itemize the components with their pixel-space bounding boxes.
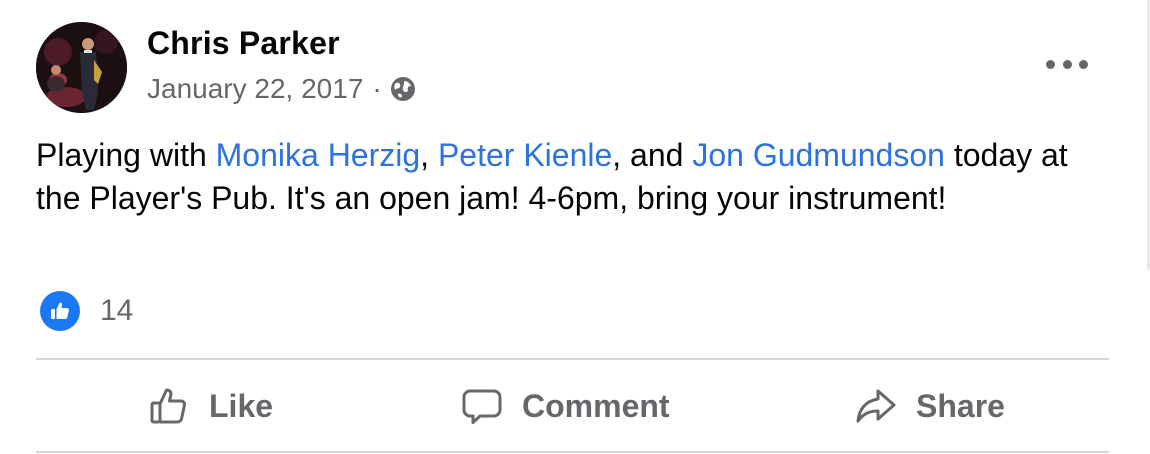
meta-separator: ·: [372, 73, 382, 104]
mention-jon-gudmundson[interactable]: Jon Gudmundson: [692, 137, 945, 173]
avatar[interactable]: [36, 22, 127, 113]
comment-icon: [462, 389, 502, 424]
post-card: Chris Parker January 22, 2017 · Playing …: [0, 0, 1150, 454]
text-prefix: Playing with: [36, 137, 216, 173]
action-bar: Like Comment Share: [36, 362, 1109, 450]
post-text: Playing with Monika Herzig, Peter Kienle…: [36, 134, 1116, 220]
post-date[interactable]: January 22, 2017: [147, 73, 363, 105]
comment-button[interactable]: Comment: [460, 362, 670, 450]
post-meta: January 22, 2017 ·: [147, 73, 417, 105]
share-label: Share: [916, 387, 1005, 424]
reactions-summary[interactable]: 14: [40, 291, 133, 331]
like-button[interactable]: Like: [147, 362, 273, 450]
author-name[interactable]: Chris Parker: [147, 25, 340, 62]
avatar-photo: [36, 22, 127, 113]
more-options-icon[interactable]: [1046, 55, 1088, 73]
thumbs-up-icon: [40, 291, 80, 331]
text-sep2: , and: [612, 137, 693, 173]
reaction-count: 14: [100, 294, 134, 327]
share-icon: [856, 389, 896, 423]
like-icon: [150, 388, 187, 424]
divider-top: [36, 358, 1109, 360]
divider-bottom: [36, 451, 1109, 453]
comment-label: Comment: [522, 387, 670, 424]
text-sep1: ,: [420, 137, 438, 173]
like-label: Like: [209, 387, 274, 424]
mention-monika-herzig[interactable]: Monika Herzig: [216, 137, 421, 173]
mention-peter-kienle[interactable]: Peter Kienle: [438, 137, 612, 173]
globe-icon[interactable]: [389, 75, 417, 103]
share-button[interactable]: Share: [854, 362, 1005, 450]
